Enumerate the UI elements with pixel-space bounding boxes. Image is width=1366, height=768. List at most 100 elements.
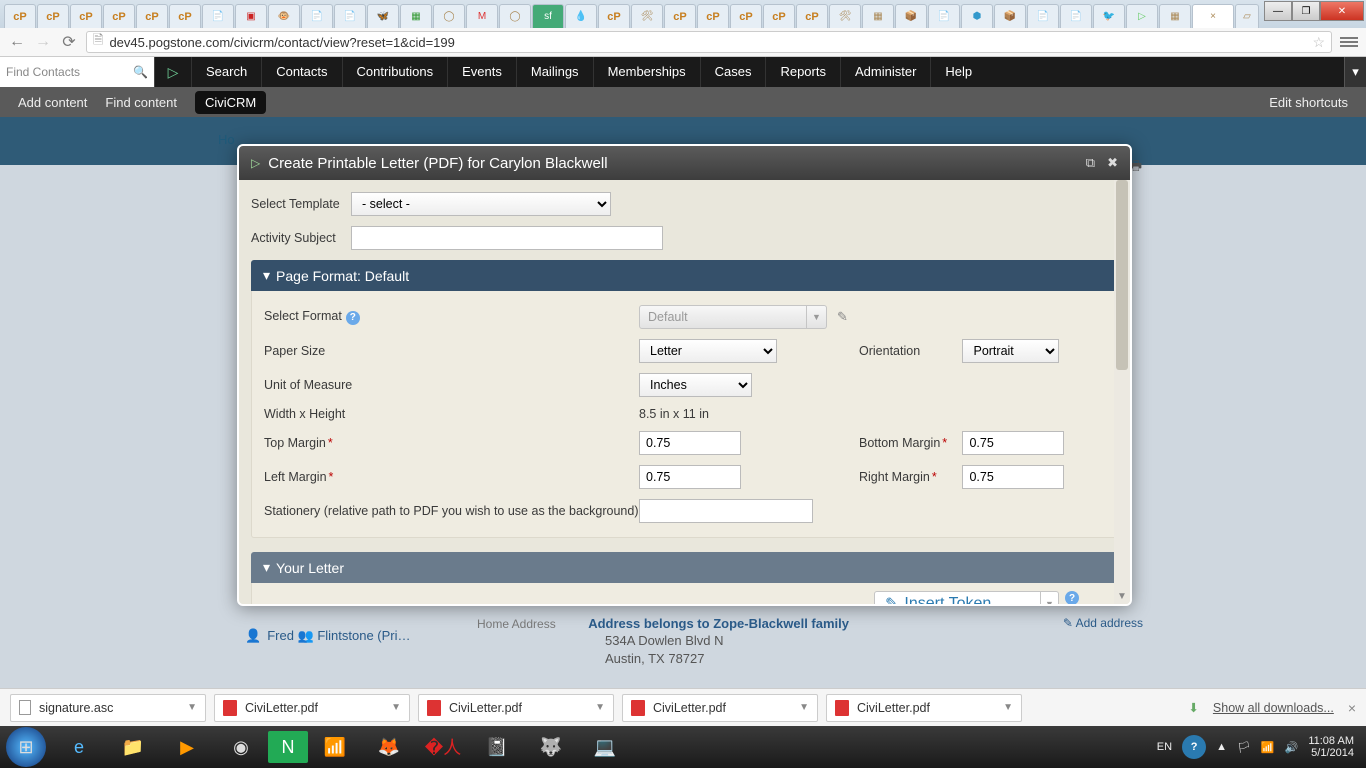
taskbar-notepad-icon[interactable]: 📓: [470, 727, 524, 767]
browser-tab-active[interactable]: ×: [1192, 4, 1234, 28]
nav-mailings[interactable]: Mailings: [516, 57, 593, 87]
url-input[interactable]: 🗎 dev45.pogstone.com/civicrm/contact/vie…: [86, 31, 1332, 53]
browser-tab[interactable]: 💧: [565, 4, 597, 28]
browser-tab[interactable]: 📦: [895, 4, 927, 28]
browser-tab[interactable]: cP: [664, 4, 696, 28]
browser-tab[interactable]: ▣: [235, 4, 267, 28]
window-maximize-button[interactable]: ❐: [1292, 1, 1320, 21]
shortcut-civicrm[interactable]: CiviCRM: [195, 91, 266, 114]
tray-network-icon[interactable]: 📶: [1261, 741, 1275, 754]
browser-tab[interactable]: ▦: [862, 4, 894, 28]
browser-tab[interactable]: ◯: [499, 4, 531, 28]
forward-button[interactable]: →: [34, 33, 52, 51]
download-chip[interactable]: CiviLetter.pdf▼: [214, 694, 410, 722]
tray-up-icon[interactable]: ▲: [1216, 741, 1227, 753]
nav-overflow-button[interactable]: ▾: [1344, 57, 1366, 87]
find-contacts-input[interactable]: Find Contacts 🔍: [0, 57, 155, 87]
window-minimize-button[interactable]: —: [1264, 1, 1292, 21]
browser-tab[interactable]: cP: [70, 4, 102, 28]
nav-help[interactable]: Help: [930, 57, 986, 87]
browser-tab[interactable]: ▦: [1159, 4, 1191, 28]
browser-tab[interactable]: 🦋: [367, 4, 399, 28]
browser-tab[interactable]: cP: [763, 4, 795, 28]
unit-dropdown[interactable]: Inches: [639, 373, 752, 397]
reload-button[interactable]: ⟳: [60, 33, 78, 51]
taskbar-lang[interactable]: EN: [1157, 741, 1172, 753]
chevron-down-icon[interactable]: ▼: [187, 702, 197, 713]
chevron-down-icon[interactable]: ▼: [391, 702, 401, 713]
top-margin-input[interactable]: [639, 431, 741, 455]
help-icon[interactable]: ?: [346, 311, 360, 325]
nav-search[interactable]: Search: [191, 57, 261, 87]
tray-volume-icon[interactable]: 🔊: [1285, 741, 1299, 754]
select-format-value[interactable]: Default: [639, 305, 807, 329]
chevron-down-icon[interactable]: ▼: [595, 702, 605, 713]
modal-close-icon[interactable]: ✖: [1107, 155, 1118, 171]
taskbar-help-icon[interactable]: ?: [1182, 735, 1206, 759]
nav-reports[interactable]: Reports: [765, 57, 840, 87]
taskbar-chrome-icon[interactable]: ◉: [214, 727, 268, 767]
add-address-link[interactable]: ✎ Add address: [1063, 616, 1143, 630]
close-download-bar-button[interactable]: ×: [1348, 700, 1356, 716]
browser-tab[interactable]: cP: [136, 4, 168, 28]
orientation-dropdown[interactable]: Portrait: [962, 339, 1059, 363]
browser-tab[interactable]: cP: [697, 4, 729, 28]
chevron-down-icon[interactable]: ▼: [807, 305, 827, 329]
browser-tab[interactable]: 📄: [1060, 4, 1092, 28]
taskbar-media-icon[interactable]: ▶: [160, 727, 214, 767]
browser-tab[interactable]: 📦: [994, 4, 1026, 28]
modal-popout-icon[interactable]: ⧉: [1086, 155, 1095, 171]
modal-scrollbar[interactable]: ▼: [1114, 180, 1130, 604]
nav-cases[interactable]: Cases: [700, 57, 766, 87]
browser-tab[interactable]: 🛠: [829, 4, 861, 28]
bottom-margin-input[interactable]: [962, 431, 1064, 455]
browser-tab[interactable]: 🛠: [631, 4, 663, 28]
browser-tab[interactable]: 📄: [1027, 4, 1059, 28]
chevron-down-icon[interactable]: ▼: [1003, 702, 1013, 713]
browser-tab[interactable]: 📄: [301, 4, 333, 28]
browser-tab[interactable]: 📄: [928, 4, 960, 28]
page-format-header[interactable]: ▾ Page Format: Default: [251, 260, 1118, 291]
related-contact-card[interactable]: 👤 Fred 👥 Flintstone (Pri…: [245, 628, 411, 644]
show-all-downloads-link[interactable]: Show all downloads...: [1213, 701, 1334, 715]
shortcut-find-content[interactable]: Find content: [105, 95, 177, 110]
chevron-down-icon[interactable]: ▼: [1040, 592, 1058, 604]
browser-tab[interactable]: cP: [103, 4, 135, 28]
taskbar-clock[interactable]: 11:08 AM 5/1/2014: [1308, 735, 1354, 759]
left-margin-input[interactable]: [639, 465, 741, 489]
download-chip[interactable]: CiviLetter.pdf▼: [622, 694, 818, 722]
download-chip[interactable]: CiviLetter.pdf▼: [826, 694, 1022, 722]
back-button[interactable]: ←: [8, 33, 26, 51]
browser-tab[interactable]: cP: [37, 4, 69, 28]
browser-tab[interactable]: 📄: [334, 4, 366, 28]
taskbar-app-icon[interactable]: N: [268, 731, 308, 763]
browser-tab[interactable]: 📄: [202, 4, 234, 28]
taskbar-adobe-icon[interactable]: �人: [416, 727, 470, 767]
browser-tab[interactable]: cP: [4, 4, 36, 28]
browser-tab[interactable]: cP: [598, 4, 630, 28]
address-owner-link[interactable]: Zope-Blackwell family: [713, 616, 849, 631]
taskbar-wifi-icon[interactable]: 📶: [308, 727, 362, 767]
browser-tab[interactable]: 🐦: [1093, 4, 1125, 28]
browser-tab[interactable]: sf: [532, 4, 564, 28]
browser-menu-button[interactable]: [1340, 37, 1358, 47]
right-margin-input[interactable]: [962, 465, 1064, 489]
scrollbar-thumb[interactable]: [1116, 180, 1128, 370]
paper-size-dropdown[interactable]: Letter: [639, 339, 777, 363]
taskbar-ie-icon[interactable]: e: [52, 727, 106, 767]
scroll-down-icon[interactable]: ▼: [1114, 591, 1130, 602]
browser-tab[interactable]: ▷: [1126, 4, 1158, 28]
search-icon[interactable]: 🔍: [133, 65, 148, 79]
nav-memberships[interactable]: Memberships: [593, 57, 700, 87]
browser-tab[interactable]: cP: [730, 4, 762, 28]
browser-tab[interactable]: ⬢: [961, 4, 993, 28]
start-button[interactable]: ⊞: [6, 727, 46, 767]
stationery-input[interactable]: [639, 499, 813, 523]
civicrm-logo-icon[interactable]: ▷: [155, 64, 191, 81]
edit-format-icon[interactable]: ✎: [837, 309, 848, 325]
taskbar-explorer-icon[interactable]: 📁: [106, 727, 160, 767]
taskbar-gimp-icon[interactable]: 🐺: [524, 727, 578, 767]
browser-tab[interactable]: cP: [796, 4, 828, 28]
chevron-down-icon[interactable]: ▼: [799, 702, 809, 713]
browser-tab[interactable]: 🐵: [268, 4, 300, 28]
